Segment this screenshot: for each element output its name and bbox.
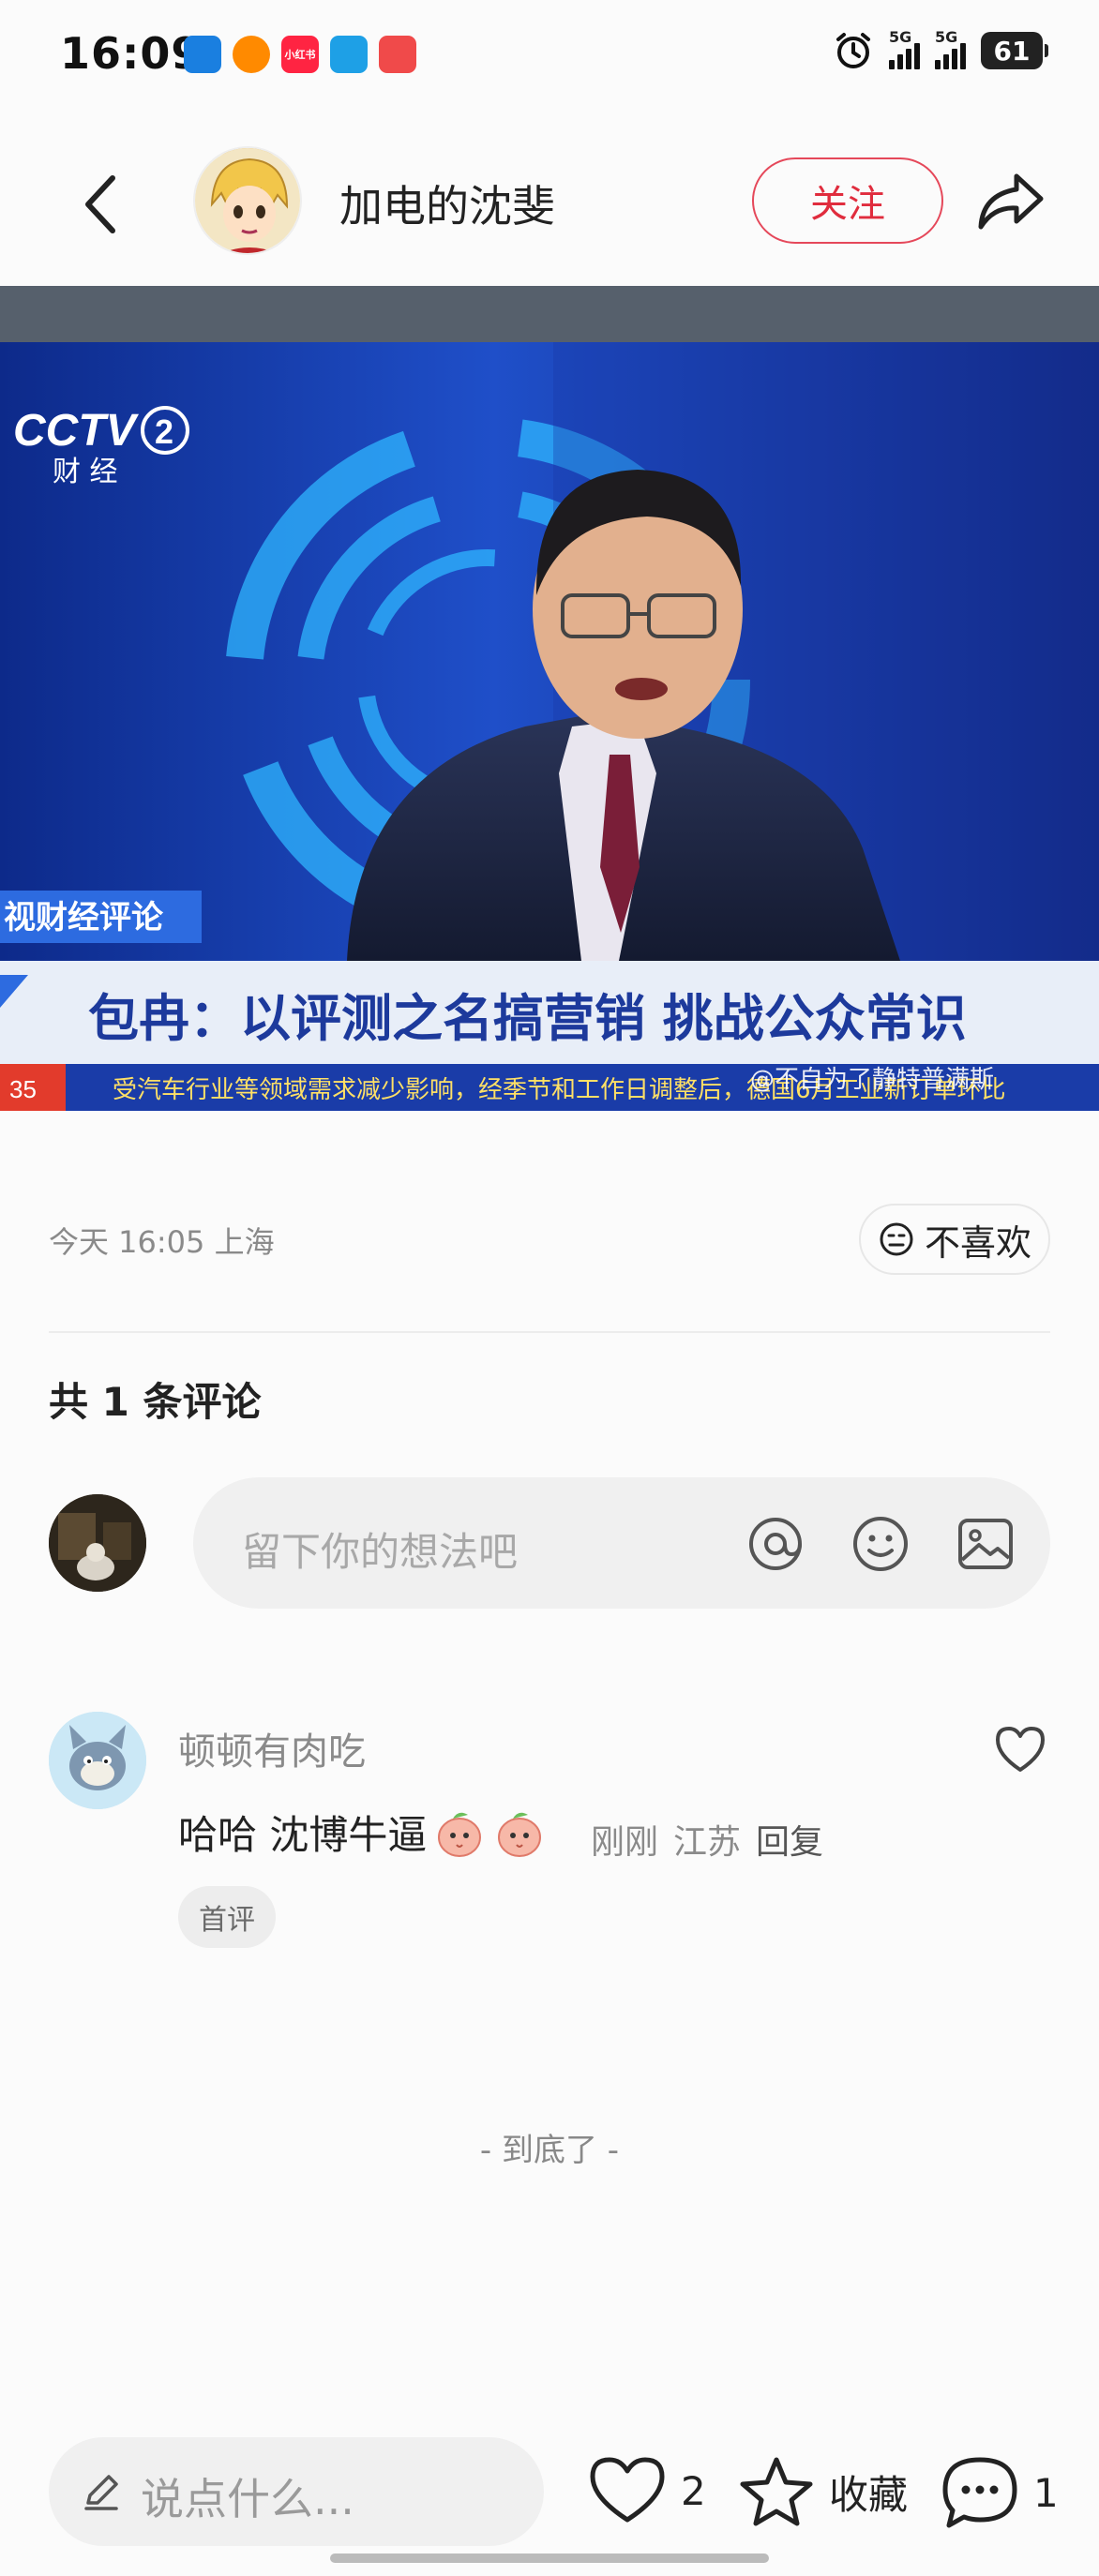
my-avatar: [49, 1494, 146, 1592]
svg-text:@不自为了静特普满斯: @不自为了静特普满斯: [750, 1066, 994, 1094]
status-bar: 16:09 小红书 5G 5G 61: [0, 0, 1099, 112]
comment-input[interactable]: 留下你的想法吧: [193, 1477, 1050, 1609]
post-time-location: 今天 16:05 上海: [49, 1224, 275, 1260]
app-icon-orange: [233, 36, 270, 73]
say-something-input[interactable]: 说点什么...: [49, 2437, 544, 2546]
share-icon[interactable]: [975, 169, 1046, 234]
post-image[interactable]: CCTV 2 财 经 视财经评论 包冉：以评测之名搞营销 挑战公众常识 35 受…: [0, 286, 1099, 1111]
say-something-placeholder: 说点什么...: [141, 2474, 354, 2524]
signal-2-icon: 5G: [935, 28, 966, 69]
signal-1-icon: 5G: [889, 28, 920, 69]
author-name[interactable]: 加电的沈斐: [339, 172, 555, 234]
end-of-list-tip: - 到底了 -: [479, 2132, 620, 2169]
pen-icon: [84, 2475, 118, 2510]
reply-button[interactable]: 回复: [756, 1815, 823, 1864]
like-button[interactable]: 2: [587, 2454, 706, 2527]
author-avatar[interactable]: [193, 146, 302, 255]
svg-text:CCTV: CCTV: [13, 406, 140, 456]
tv-frame: CCTV 2 财 经 视财经评论 包冉：以评测之名搞营销 挑战公众常识 35 受…: [0, 286, 1099, 1111]
follow-button[interactable]: 关注: [752, 157, 943, 244]
app-icon-blue: [184, 36, 221, 73]
image-icon[interactable]: [955, 1513, 1016, 1575]
emoji-icon[interactable]: [850, 1513, 911, 1575]
comment-like-icon[interactable]: [992, 1723, 1048, 1775]
notification-icons: 小红书: [184, 36, 416, 73]
like-count: 2: [681, 2467, 706, 2514]
app-icon-cyan: [330, 36, 368, 73]
app-icon-xiaohongshu: 小红书: [281, 36, 319, 73]
comment-input-placeholder: 留下你的想法吧: [242, 1529, 519, 1575]
svg-text:财 经: 财 经: [53, 456, 118, 488]
home-indicator[interactable]: [330, 2554, 769, 2563]
back-icon[interactable]: [75, 167, 131, 242]
collect-label: 收藏: [829, 2471, 909, 2518]
app-icon-red: [379, 36, 416, 73]
commenter-avatar[interactable]: [49, 1712, 146, 1809]
dislike-button[interactable]: 不喜欢: [859, 1204, 1050, 1275]
svg-text:35: 35: [9, 1075, 37, 1103]
comment-location: 江苏: [673, 1823, 742, 1862]
svg-text:视财经评论: 视财经评论: [4, 899, 164, 936]
neutral-face-icon: [880, 1222, 913, 1256]
comment-body: 哈哈 沈博牛逼: [178, 1812, 428, 1858]
heart-icon: [590, 2457, 665, 2523]
comment-count-badge: 1: [1033, 2469, 1059, 2516]
svg-text:2: 2: [155, 412, 173, 451]
first-comment-badge: 首评: [178, 1886, 276, 1948]
alarm-icon: [836, 33, 870, 68]
comment-time: 刚刚: [591, 1823, 659, 1862]
post-header: 加电的沈斐 关注: [0, 131, 1099, 272]
dislike-label: 不喜欢: [924, 1221, 1031, 1264]
comment-bubble-icon: [942, 2457, 1017, 2528]
comment-meta: 刚刚 江苏 回复: [591, 1815, 823, 1864]
comment-count: 共 1 条评论: [49, 1379, 262, 1425]
peach-emoji-icon: [498, 1812, 542, 1857]
mention-icon[interactable]: [745, 1513, 806, 1575]
comment-text[interactable]: 哈哈 沈博牛逼: [178, 1804, 547, 1861]
system-icons: 5G 5G 61: [833, 28, 1048, 71]
divider: [49, 1331, 1050, 1333]
peach-emoji-icon: [438, 1812, 482, 1857]
star-icon: [740, 2457, 813, 2526]
comment-button[interactable]: 1: [940, 2454, 1059, 2531]
collect-button[interactable]: 收藏: [737, 2454, 908, 2529]
status-time: 16:09: [60, 28, 203, 79]
bottom-action-bar: 说点什么... 2 收藏 1: [0, 2419, 1099, 2576]
battery-indicator: 61: [981, 32, 1048, 69]
svg-text:包冉：以评测之名搞营销 挑战公众常识: 包冉：以评测之名搞营销 挑战公众常识: [88, 989, 967, 1048]
commenter-name[interactable]: 顿顿有肉吃: [178, 1721, 366, 1775]
